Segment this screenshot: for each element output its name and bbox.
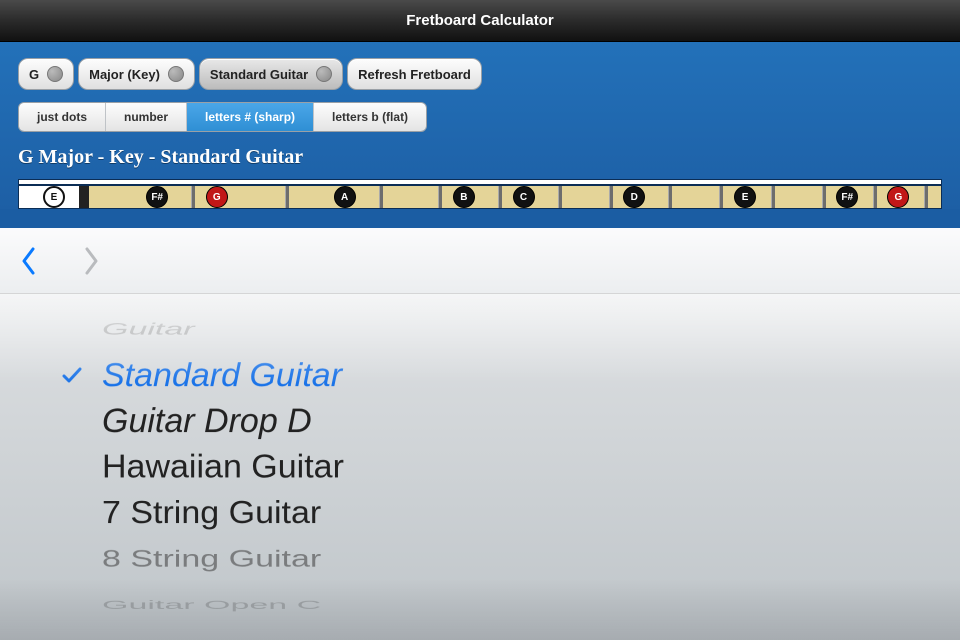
checkmark-icon: [60, 363, 84, 387]
dropdown-indicator-icon: [316, 66, 332, 82]
segment-number[interactable]: number: [106, 103, 187, 131]
picker-item[interactable]: 7 String Guitar: [30, 492, 960, 535]
forward-button[interactable]: [82, 244, 102, 278]
toolbar: G Major (Key) Standard Guitar Refresh Fr…: [18, 58, 942, 90]
segment-label: letters b (flat): [332, 110, 408, 124]
note-label: E: [51, 192, 58, 203]
fret-divider: [285, 186, 289, 208]
picker-item-label: Guitar: [102, 318, 195, 341]
picker-item-label: 7 String Guitar: [102, 492, 321, 535]
dropdown-indicator-icon: [47, 66, 63, 82]
picker-item-label: Hawaiian Guitar: [102, 445, 344, 490]
picker-item[interactable]: Guitar Open C: [30, 597, 960, 613]
chevron-right-icon: [84, 246, 100, 276]
fret-divider: [771, 186, 775, 208]
picker-item-label: Guitar Drop D: [102, 398, 312, 444]
note-label: G: [213, 192, 221, 203]
fret-divider: [924, 186, 928, 208]
fret-divider: [873, 186, 877, 208]
fretboard-container: E F# G A B C D E F# G: [18, 179, 942, 209]
picker-overlay: Guitar Standard GuitarGuitar Drop DHawaii…: [0, 228, 960, 640]
display-mode-segmented: just dots number letters # (sharp) lette…: [18, 102, 427, 132]
note-label: B: [460, 192, 467, 203]
fret-note: E: [734, 186, 756, 208]
fretboard-heading: G Major - Key - Standard Guitar: [18, 146, 942, 169]
fret-divider: [668, 186, 672, 208]
refresh-button[interactable]: Refresh Fretboard: [347, 58, 482, 90]
scale-picker-label: Major (Key): [89, 67, 160, 82]
fret-note: F#: [146, 186, 168, 208]
tuning-picker-button[interactable]: Standard Guitar: [199, 58, 343, 90]
fret-divider: [438, 186, 442, 208]
fretboard-string: E F# G A B C D E F# G: [19, 184, 941, 208]
note-label: A: [341, 192, 348, 203]
fret-note: F#: [836, 186, 858, 208]
segment-sharp[interactable]: letters # (sharp): [187, 103, 314, 131]
fret-note: C: [513, 186, 535, 208]
fret-note: A: [334, 186, 356, 208]
fret-note: B: [453, 186, 475, 208]
fret-divider: [191, 186, 195, 208]
scale-picker-button[interactable]: Major (Key): [78, 58, 195, 90]
note-label: G: [895, 192, 903, 203]
picker-item-label: Guitar Open C: [102, 597, 321, 613]
nut-area: E: [19, 186, 89, 208]
fret-divider: [609, 186, 613, 208]
note-picker-label: G: [29, 67, 39, 82]
chevron-left-icon: [20, 246, 36, 276]
picker-item-label: 8 String Guitar: [102, 543, 321, 575]
fret-note: G: [887, 186, 909, 208]
picker-item[interactable]: Standard Guitar: [30, 352, 960, 398]
picker-item[interactable]: Hawaiian Guitar: [30, 445, 960, 490]
note-label: F#: [151, 192, 163, 203]
main-panel: G Major (Key) Standard Guitar Refresh Fr…: [0, 42, 960, 209]
picker-wheel[interactable]: Guitar Standard GuitarGuitar Drop DHawaii…: [0, 294, 960, 640]
picker-item[interactable]: 8 String Guitar: [30, 543, 960, 575]
fret-divider: [822, 186, 826, 208]
title-bar: Fretboard Calculator: [0, 0, 960, 42]
refresh-button-label: Refresh Fretboard: [358, 67, 471, 82]
dropdown-indicator-icon: [168, 66, 184, 82]
back-button[interactable]: [18, 244, 38, 278]
picker-item[interactable]: Guitar Drop D: [30, 398, 960, 444]
segment-label: just dots: [37, 110, 87, 124]
fret-divider: [558, 186, 562, 208]
picker-nav-bar: [0, 228, 960, 294]
picker-item[interactable]: Guitar: [30, 318, 960, 341]
fret-note: G: [206, 186, 228, 208]
open-note: E: [43, 186, 65, 208]
fret-divider: [498, 186, 502, 208]
tuning-picker-label: Standard Guitar: [210, 67, 308, 82]
note-label: E: [742, 192, 749, 203]
note-label: C: [520, 192, 527, 203]
note-picker-button[interactable]: G: [18, 58, 74, 90]
segment-just-dots[interactable]: just dots: [19, 103, 106, 131]
note-label: F#: [841, 192, 853, 203]
fret-divider: [719, 186, 723, 208]
segment-label: number: [124, 110, 168, 124]
segment-flat[interactable]: letters b (flat): [314, 103, 426, 131]
fret-note: D: [623, 186, 645, 208]
fret-divider: [379, 186, 383, 208]
fret-area: F# G A B C D E F# G: [89, 186, 941, 208]
note-label: D: [631, 192, 638, 203]
picker-item-label: Standard Guitar: [102, 352, 342, 398]
app-title: Fretboard Calculator: [406, 12, 554, 29]
segment-label: letters # (sharp): [205, 110, 295, 124]
